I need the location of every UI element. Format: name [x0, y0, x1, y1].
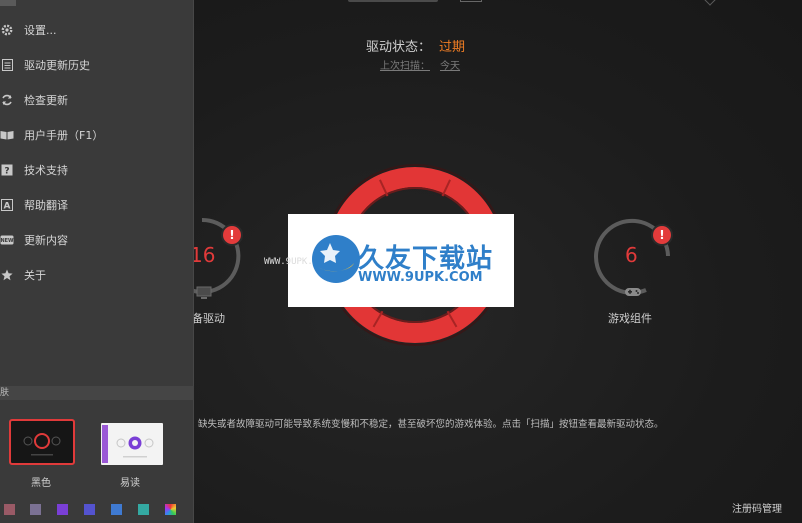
driver-status: 驱动状态： 过期	[366, 36, 465, 55]
svg-text:?: ?	[4, 167, 9, 177]
color-swatch[interactable]	[30, 504, 41, 515]
gamepad-icon	[625, 288, 641, 296]
color-swatch[interactable]	[138, 504, 149, 515]
skin-dark-label: 黑色	[31, 478, 51, 489]
skin-readable-label: 易读	[120, 478, 140, 489]
status-description: 缺失或者故障驱动可能导致系统变慢和不稳定，甚至破坏您的游戏体验。点击「扫描」按钮…	[198, 419, 664, 430]
skin-section-header: 肤	[0, 386, 194, 400]
driver-status-label: 驱动状态：	[366, 40, 432, 55]
skin-section-label: 肤	[0, 388, 10, 398]
menu-item-label: 驱动更新历史	[24, 59, 90, 72]
color-swatch[interactable]	[84, 504, 95, 515]
menu-item-settings[interactable]: 设置...	[0, 15, 194, 45]
menu-item-update-history[interactable]: 驱动更新历史	[0, 50, 194, 80]
skin-option-readable[interactable]	[101, 423, 163, 465]
watermark-banner: WWW.9UPK.COM 久友下载站 WWW.9UPK.COM	[264, 214, 514, 307]
header-badge-fragment	[460, 0, 482, 2]
driver-alert-badge: !	[223, 226, 241, 244]
svg-text:NEW: NEW	[0, 238, 14, 244]
menu-item-help-translate[interactable]: A 帮助翻译	[0, 190, 194, 220]
register-code-link[interactable]: 注册码管理	[732, 500, 802, 515]
star-icon	[0, 268, 14, 282]
driver-status-value: 过期	[439, 40, 466, 55]
header-fragment	[348, 0, 488, 4]
main-menu: 设置... 驱动更新历史 检查更新 用户手册（F1） ? 技术支持 A 帮助翻译…	[0, 0, 194, 523]
color-swatch[interactable]	[4, 504, 15, 515]
game-component-label: 游戏组件	[608, 312, 652, 325]
menu-item-label: 关于	[24, 269, 46, 282]
menu-tab	[0, 0, 16, 6]
header-title-fragment	[348, 0, 438, 2]
watermark-logo-icon	[312, 235, 360, 283]
menu-item-user-manual[interactable]: 用户手册（F1）	[0, 120, 194, 150]
driver-gauge-label: 备驱动	[192, 312, 225, 325]
menu-item-label: 帮助翻译	[24, 199, 68, 212]
game-component-count: 6	[625, 243, 638, 267]
gear-icon	[0, 23, 14, 37]
menu-item-label: 用户手册（F1）	[24, 129, 104, 142]
svg-text:A: A	[4, 202, 11, 212]
watermark-url: WWW.9UPK.COM	[358, 270, 483, 285]
menu-item-label: 更新内容	[24, 234, 68, 247]
skin-light-preview	[102, 425, 154, 463]
book-icon	[0, 128, 14, 142]
color-swatch-custom[interactable]	[165, 504, 176, 515]
last-scan-value: 今天	[440, 61, 460, 72]
translate-icon: A	[0, 198, 14, 212]
history-icon	[0, 58, 14, 72]
refresh-icon	[0, 93, 14, 107]
last-scan[interactable]: 上次扫描： 今天	[380, 57, 460, 72]
last-scan-label: 上次扫描：	[380, 61, 430, 72]
menu-item-check-update[interactable]: 检查更新	[0, 85, 194, 115]
chevron-down-icon[interactable]	[704, 0, 716, 6]
color-swatch[interactable]	[111, 504, 122, 515]
color-swatch[interactable]	[57, 504, 68, 515]
skin-dark-preview	[23, 433, 61, 456]
question-icon: ?	[0, 163, 14, 177]
menu-item-about[interactable]: 关于	[0, 260, 194, 290]
skin-option-dark[interactable]	[9, 419, 75, 465]
game-component-alert-badge: !	[653, 226, 671, 244]
menu-item-label: 检查更新	[24, 94, 68, 107]
news-icon: NEW	[0, 233, 14, 247]
menu-item-tech-support[interactable]: ? 技术支持	[0, 155, 194, 185]
monitor-icon	[196, 286, 212, 299]
menu-item-label: 技术支持	[24, 164, 68, 177]
menu-item-whats-new[interactable]: NEW 更新内容	[0, 225, 194, 255]
menu-item-label: 设置...	[24, 24, 57, 37]
